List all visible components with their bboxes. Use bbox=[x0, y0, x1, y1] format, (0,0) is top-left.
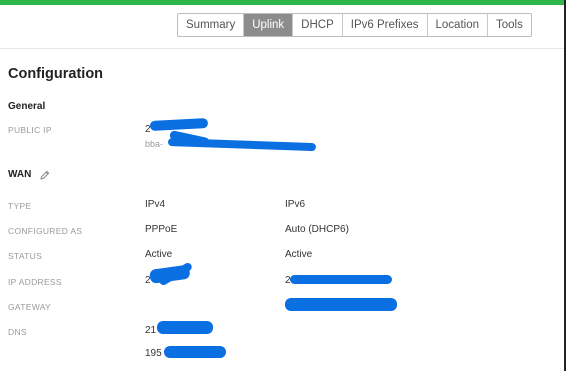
public-ip-label: PUBLIC IP bbox=[8, 125, 52, 135]
dns-label: DNS bbox=[8, 327, 27, 337]
status-ipv4-value: Active bbox=[145, 249, 173, 260]
tab-dhcp[interactable]: DHCP bbox=[293, 14, 343, 36]
wan-header: WAN bbox=[8, 169, 50, 180]
section-title-wan: WAN bbox=[8, 169, 32, 180]
redaction-mark bbox=[285, 298, 397, 311]
public-ip-hostname: bba- bbox=[145, 139, 164, 149]
pencil-icon[interactable] bbox=[40, 170, 50, 180]
status-label: STATUS bbox=[8, 251, 43, 261]
configured-as-ipv6-value: Auto (DHCP6) bbox=[285, 224, 349, 235]
status-ipv6-value: Active bbox=[285, 249, 313, 260]
redaction-mark bbox=[149, 117, 209, 131]
tab-location[interactable]: Location bbox=[428, 14, 488, 36]
top-accent-bar bbox=[0, 0, 566, 5]
header-divider bbox=[0, 48, 564, 49]
configured-as-ipv4-value: PPPoE bbox=[145, 224, 178, 235]
type-label: TYPE bbox=[8, 201, 32, 211]
redaction-mark bbox=[164, 346, 226, 358]
type-ipv6-value: IPv6 bbox=[285, 199, 306, 210]
redaction-mark bbox=[290, 275, 392, 284]
page-title: Configuration bbox=[8, 66, 104, 82]
type-ipv4-value: IPv4 bbox=[145, 199, 166, 210]
dns-secondary-value: 195 bbox=[145, 348, 162, 359]
ip-address-label: IP ADDRESS bbox=[8, 277, 62, 287]
tab-summary[interactable]: Summary bbox=[178, 14, 245, 36]
configured-as-label: CONFIGURED AS bbox=[8, 226, 83, 236]
tab-bar: Summary Uplink DHCP IPv6 Prefixes Locati… bbox=[177, 13, 532, 37]
redaction-mark bbox=[157, 321, 213, 334]
dns-primary-value: 21 bbox=[145, 325, 157, 336]
section-title-general: General bbox=[8, 101, 46, 112]
tab-ipv6-prefixes[interactable]: IPv6 Prefixes bbox=[343, 14, 428, 36]
redaction-mark bbox=[167, 138, 317, 152]
gateway-label: GATEWAY bbox=[8, 302, 52, 312]
tab-tools[interactable]: Tools bbox=[488, 14, 531, 36]
tab-uplink[interactable]: Uplink bbox=[244, 14, 294, 36]
